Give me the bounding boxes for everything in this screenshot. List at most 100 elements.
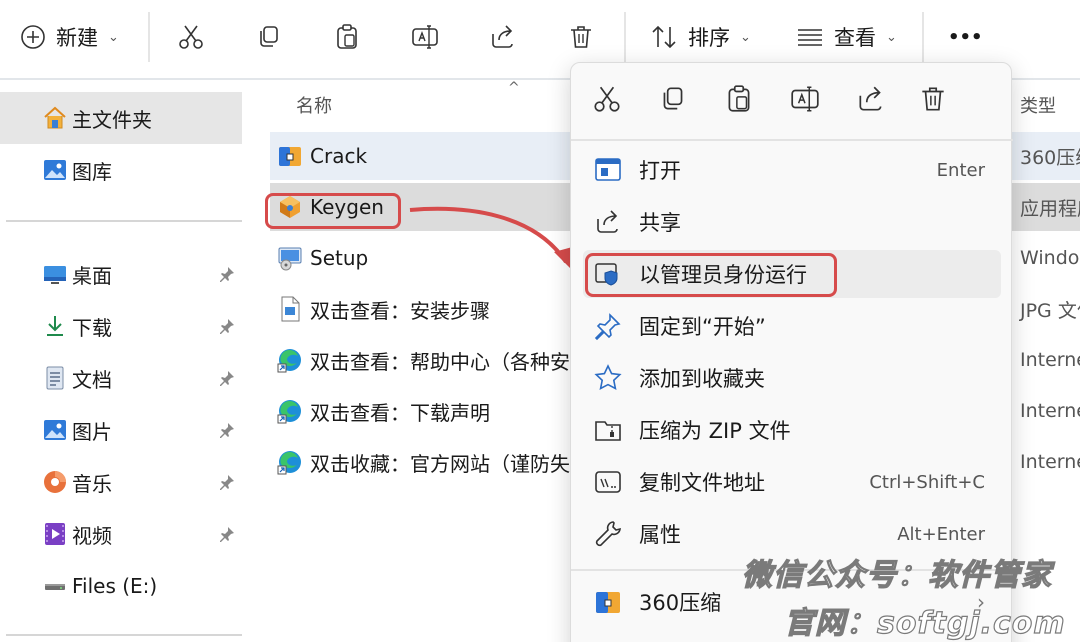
sort-button[interactable]: 排序 ⌄ <box>650 14 751 60</box>
trash-icon[interactable] <box>917 83 949 115</box>
open-app-icon <box>595 158 621 181</box>
share-icon <box>597 210 618 233</box>
wrench-icon <box>595 521 621 547</box>
paste-button[interactable] <box>330 20 364 54</box>
copy-icon <box>260 26 278 47</box>
sidebar-item-downloads[interactable]: 下载 <box>0 300 242 352</box>
toolbar-divider <box>922 12 924 62</box>
watermark-line2: 官网：softgj.com <box>783 605 1066 641</box>
pin-icon[interactable] <box>218 525 236 543</box>
view-list-icon <box>798 29 822 46</box>
pin-icon[interactable] <box>218 265 236 283</box>
column-header-name[interactable]: 名称 <box>296 92 332 118</box>
clipboard-icon[interactable] <box>723 83 755 115</box>
watermark-line1: 微信公众号：软件管家 <box>741 557 1052 593</box>
file-name: 双击查看：帮助中心（各种安装 <box>310 349 590 374</box>
menu-item-share[interactable]: 共享 <box>583 198 1001 246</box>
sidebar-item-label: Files (E:) <box>72 574 158 598</box>
menu-divider <box>571 139 1013 141</box>
menu-item-copy-path[interactable]: 复制文件地址 Ctrl+Shift+C <box>583 458 1001 506</box>
chevron-down-icon: ⌄ <box>886 29 897 45</box>
rename-button[interactable] <box>408 20 442 54</box>
plus-circle-icon <box>21 25 45 49</box>
zip-folder-icon <box>595 421 621 441</box>
music-icon <box>42 469 68 495</box>
file-type: Internet <box>1020 451 1080 473</box>
menu-item-add-to-favorites[interactable]: 添加到收藏夹 <box>583 354 1001 402</box>
document-icon <box>42 365 68 391</box>
sidebar-item-gallery[interactable]: 图库 <box>0 144 242 196</box>
sidebar-item-home[interactable]: 主文件夹 <box>0 92 242 144</box>
file-name: 双击收藏：官方网站（谨防失联 <box>310 451 590 476</box>
sidebar-item-desktop[interactable]: 桌面 <box>0 248 242 300</box>
sidebar-item-music[interactable]: 音乐 <box>0 456 242 508</box>
file-type: 应用程序 <box>1020 197 1080 220</box>
menu-item-open[interactable]: 打开 Enter <box>583 146 1001 194</box>
file-name: 双击查看：安装步骤 <box>310 298 490 323</box>
navigation-pane: 主文件夹 图库 桌面 下载 文档 图片 音乐 视频 Files (E:) <box>0 82 250 642</box>
menu-item-label: 共享 <box>639 211 681 235</box>
edge-shortcut-icon <box>277 400 301 424</box>
download-icon <box>42 313 68 339</box>
column-header-type[interactable]: 类型 <box>1020 92 1056 118</box>
copy-icon[interactable] <box>657 83 689 115</box>
delete-button[interactable] <box>564 20 598 54</box>
more-options-button[interactable]: ••• <box>948 14 983 60</box>
view-button[interactable]: 查看 ⌄ <box>796 14 897 60</box>
drive-icon <box>42 573 68 599</box>
new-button[interactable]: 新建 ⌄ <box>20 14 119 60</box>
sidebar-item-label: 文档 <box>72 367 112 392</box>
menu-item-pin-to-start[interactable]: 固定到“开始” <box>583 302 1001 350</box>
pin-icon[interactable] <box>218 369 236 387</box>
file-type: Windows <box>1020 247 1080 269</box>
sidebar-divider <box>6 220 242 222</box>
rename-icon[interactable] <box>789 83 821 115</box>
chevron-down-icon: ⌄ <box>108 29 119 45</box>
setup-installer-icon <box>278 247 302 271</box>
menu-item-label: 属性 <box>639 523 681 547</box>
sidebar-item-label: 下载 <box>72 315 112 340</box>
edge-shortcut-icon <box>277 451 301 475</box>
share-icon[interactable] <box>855 83 887 115</box>
image-file-icon <box>281 296 300 322</box>
file-name: Setup <box>310 246 369 270</box>
sidebar-divider <box>6 634 242 636</box>
menu-item-shortcut: Enter <box>936 159 985 181</box>
home-icon <box>42 105 68 131</box>
share-icon <box>492 25 513 48</box>
menu-item-label: 复制文件地址 <box>639 471 765 495</box>
share-button[interactable] <box>486 20 520 54</box>
pictures-icon <box>42 417 68 443</box>
file-type: Internet <box>1020 400 1080 422</box>
star-icon <box>594 364 622 390</box>
pin-icon[interactable] <box>218 317 236 335</box>
cut-button[interactable] <box>174 20 208 54</box>
video-icon <box>42 521 68 547</box>
menu-item-shortcut: Ctrl+Shift+C <box>869 471 985 493</box>
copy-button[interactable] <box>252 20 286 54</box>
file-type: Internet <box>1020 349 1080 371</box>
sidebar-item-pictures[interactable]: 图片 <box>0 404 242 456</box>
file-name: 双击查看：下载声明 <box>310 400 490 425</box>
sidebar-item-drive-e[interactable]: Files (E:) <box>0 560 242 612</box>
menu-item-label: 打开 <box>639 159 681 183</box>
pin-icon[interactable] <box>218 473 236 491</box>
sort-icon <box>652 25 676 49</box>
scissors-icon <box>179 25 203 49</box>
menu-item-label: 添加到收藏夹 <box>639 367 765 391</box>
sidebar-item-label: 图片 <box>72 419 112 444</box>
sidebar-item-videos[interactable]: 视频 <box>0 508 242 560</box>
view-button-label: 查看 <box>834 26 876 50</box>
sidebar-item-label: 视频 <box>72 523 112 548</box>
sidebar-item-documents[interactable]: 文档 <box>0 352 242 404</box>
desktop-icon <box>42 261 68 287</box>
pin-icon[interactable] <box>218 421 236 439</box>
run-as-admin-highlight-box <box>585 253 837 297</box>
rename-icon <box>412 25 438 49</box>
menu-item-label: 压缩为 ZIP 文件 <box>639 419 791 443</box>
gallery-icon <box>42 157 68 183</box>
scissors-icon[interactable] <box>591 83 623 115</box>
file-name: Crack <box>310 144 368 168</box>
menu-item-compress-zip[interactable]: 压缩为 ZIP 文件 <box>583 406 1001 454</box>
archive-icon <box>596 592 620 613</box>
